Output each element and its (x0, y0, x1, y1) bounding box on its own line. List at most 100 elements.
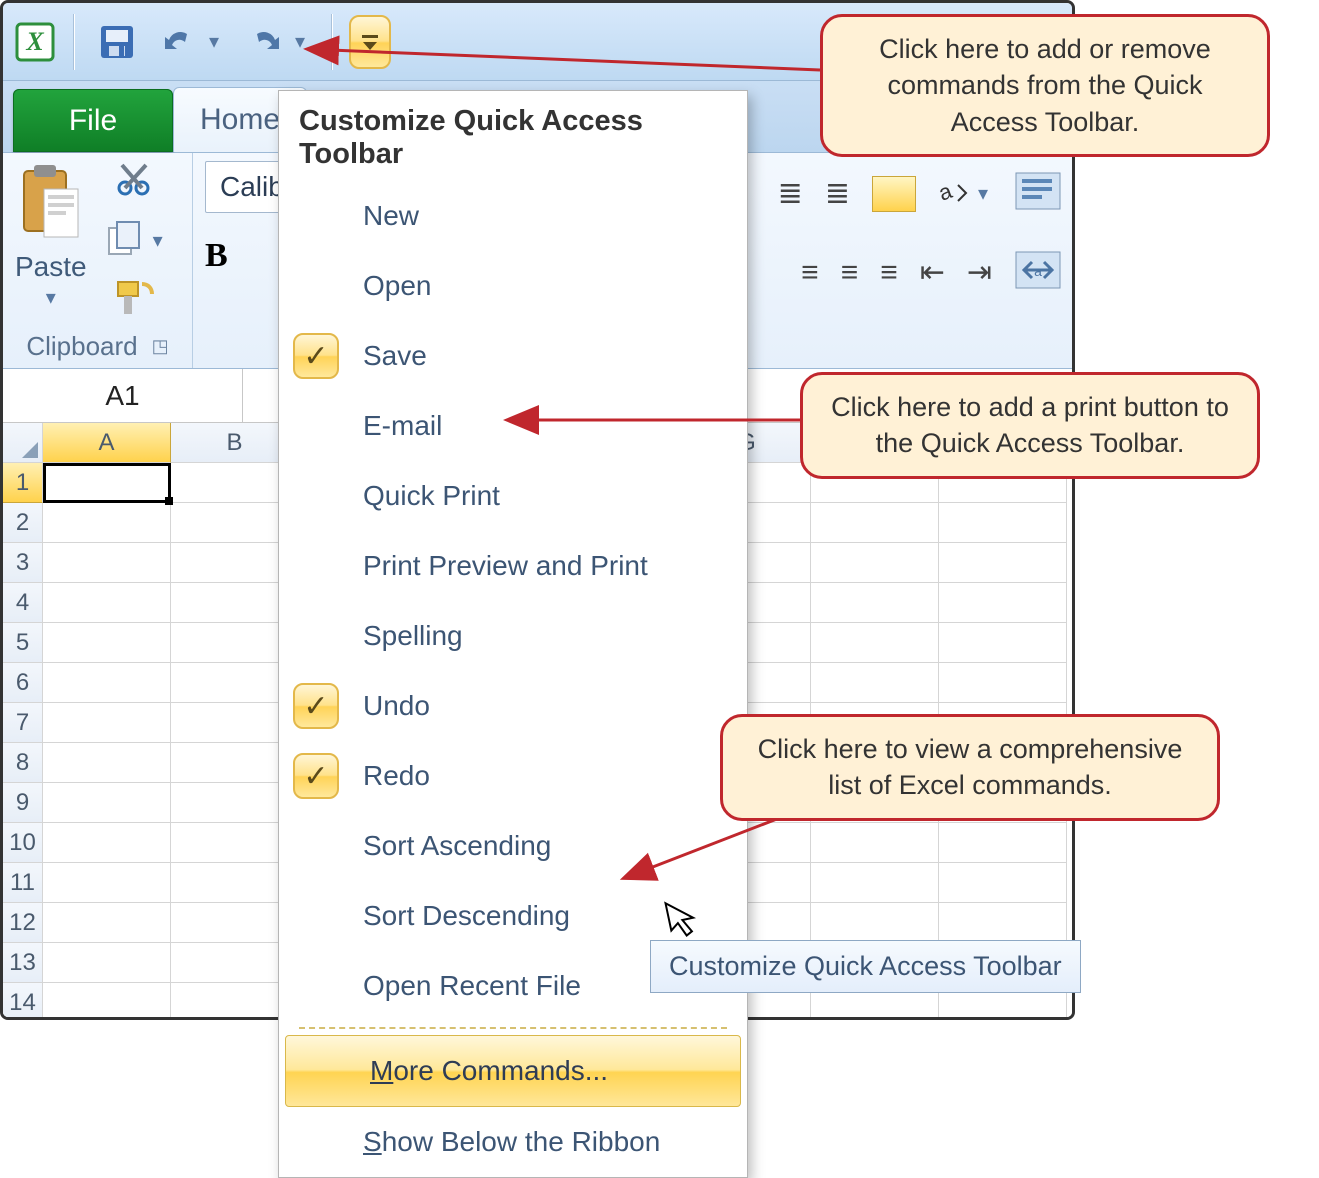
cell[interactable] (43, 943, 171, 983)
cell[interactable] (811, 823, 939, 863)
dialog-launcher-clipboard[interactable]: ◳ (152, 336, 169, 357)
align-right-button[interactable]: ≡ (880, 256, 898, 290)
row-header[interactable]: 10 (3, 823, 43, 863)
paste-label: Paste (15, 251, 87, 283)
menu-item-spelling[interactable]: Spelling (279, 601, 747, 671)
cell[interactable] (939, 503, 1067, 543)
bold-button[interactable]: B (205, 237, 228, 275)
cell[interactable] (43, 463, 171, 503)
qat-undo-button[interactable]: ▾ (153, 16, 229, 68)
cell[interactable] (43, 623, 171, 663)
cell[interactable] (811, 903, 939, 943)
increase-indent-button[interactable]: ⇥ (967, 255, 992, 290)
dropdown-caret-icon[interactable]: ▾ (42, 285, 60, 310)
qat-customize-button[interactable] (349, 15, 391, 69)
menu-item-redo[interactable]: ✓Redo (279, 741, 747, 811)
check-icon: ✓ (293, 753, 339, 799)
menu-item-quick-print[interactable]: Quick Print (279, 461, 747, 531)
menu-item-save[interactable]: ✓Save (279, 321, 747, 391)
menu-item-show-below-ribbon[interactable]: Show Below the Ribbon (279, 1107, 747, 1177)
menu-item-new[interactable]: New (279, 181, 747, 251)
row-header[interactable]: 5 (3, 623, 43, 663)
align-left-button[interactable]: ≡ (801, 256, 819, 290)
row-header[interactable]: 7 (3, 703, 43, 743)
col-header-A[interactable]: A (43, 423, 171, 463)
excel-icon: X (13, 20, 57, 64)
decrease-indent-button[interactable]: ⇤ (920, 255, 945, 290)
row-header[interactable]: 3 (3, 543, 43, 583)
menu-item-label: More Commands... (370, 1055, 608, 1087)
row-header[interactable]: 13 (3, 943, 43, 983)
menu-item-more-commands[interactable]: More Commands... (285, 1035, 741, 1107)
qat-save-button[interactable] (91, 16, 143, 68)
cell[interactable] (939, 823, 1067, 863)
cell[interactable] (43, 863, 171, 903)
cell[interactable] (43, 663, 171, 703)
cell[interactable] (939, 623, 1067, 663)
cell[interactable] (939, 863, 1067, 903)
fill-color-button[interactable] (872, 176, 916, 212)
menu-item-e-mail[interactable]: E-mail (279, 391, 747, 461)
align-bottom-icon[interactable]: ≣ (825, 176, 850, 211)
separator (331, 14, 333, 70)
separator (73, 14, 75, 70)
menu-item-print-preview-and-print[interactable]: Print Preview and Print (279, 531, 747, 601)
cell[interactable] (939, 543, 1067, 583)
paste-button[interactable]: Paste ▾ (15, 161, 87, 310)
row-header[interactable]: 6 (3, 663, 43, 703)
check-placeholder (293, 823, 339, 869)
cell[interactable] (811, 623, 939, 663)
align-middle-icon[interactable]: ≣ (778, 176, 803, 211)
cell[interactable] (43, 743, 171, 783)
cell[interactable] (43, 543, 171, 583)
row-header[interactable]: 11 (3, 863, 43, 903)
row-header[interactable]: 2 (3, 503, 43, 543)
format-painter-button[interactable] (114, 278, 158, 323)
menu-item-undo[interactable]: ✓Undo (279, 671, 747, 741)
row-header[interactable]: 12 (3, 903, 43, 943)
menu-item-sort-ascending[interactable]: Sort Ascending (279, 811, 747, 881)
orientation-button[interactable]: a ▾ (938, 179, 992, 209)
align-center-button[interactable]: ≡ (841, 256, 859, 290)
copy-button[interactable]: ▾ (105, 220, 167, 260)
dropdown-caret-icon[interactable]: ▾ (974, 181, 992, 206)
cell[interactable] (811, 863, 939, 903)
svg-text:a: a (1034, 263, 1042, 279)
row-header[interactable]: 1 (3, 463, 43, 503)
merge-center-button[interactable]: a (1014, 250, 1062, 295)
menu-item-label: Undo (363, 690, 430, 722)
row-header[interactable]: 9 (3, 783, 43, 823)
cell[interactable] (939, 903, 1067, 943)
menu-item-open[interactable]: Open (279, 251, 747, 321)
cell[interactable] (811, 583, 939, 623)
check-placeholder (293, 1119, 339, 1165)
cell[interactable] (43, 583, 171, 623)
name-box[interactable]: A1 (3, 369, 243, 422)
cell[interactable] (43, 783, 171, 823)
dropdown-caret-icon[interactable]: ▾ (291, 29, 309, 54)
cell[interactable] (811, 543, 939, 583)
row-header[interactable]: 4 (3, 583, 43, 623)
cell[interactable] (43, 823, 171, 863)
cell[interactable] (43, 503, 171, 543)
dropdown-caret-icon[interactable]: ▾ (149, 228, 167, 253)
row-header[interactable]: 8 (3, 743, 43, 783)
cell[interactable] (811, 663, 939, 703)
row-header[interactable]: 14 (3, 983, 43, 1017)
dropdown-caret-icon[interactable]: ▾ (205, 29, 223, 54)
tab-file[interactable]: File (13, 89, 173, 152)
cell[interactable] (43, 903, 171, 943)
select-all-corner[interactable] (3, 423, 43, 463)
cell[interactable] (939, 583, 1067, 623)
wrap-text-button[interactable] (1014, 171, 1062, 216)
cell[interactable] (811, 503, 939, 543)
cell[interactable] (43, 703, 171, 743)
qat-redo-button[interactable]: ▾ (239, 16, 315, 68)
cut-button[interactable] (116, 161, 156, 202)
cell[interactable] (939, 663, 1067, 703)
menu-item-label: Sort Descending (363, 900, 570, 932)
cell[interactable] (43, 983, 171, 1017)
format-painter-icon (114, 278, 158, 318)
menu-item-label: Spelling (363, 620, 463, 652)
check-placeholder (293, 403, 339, 449)
